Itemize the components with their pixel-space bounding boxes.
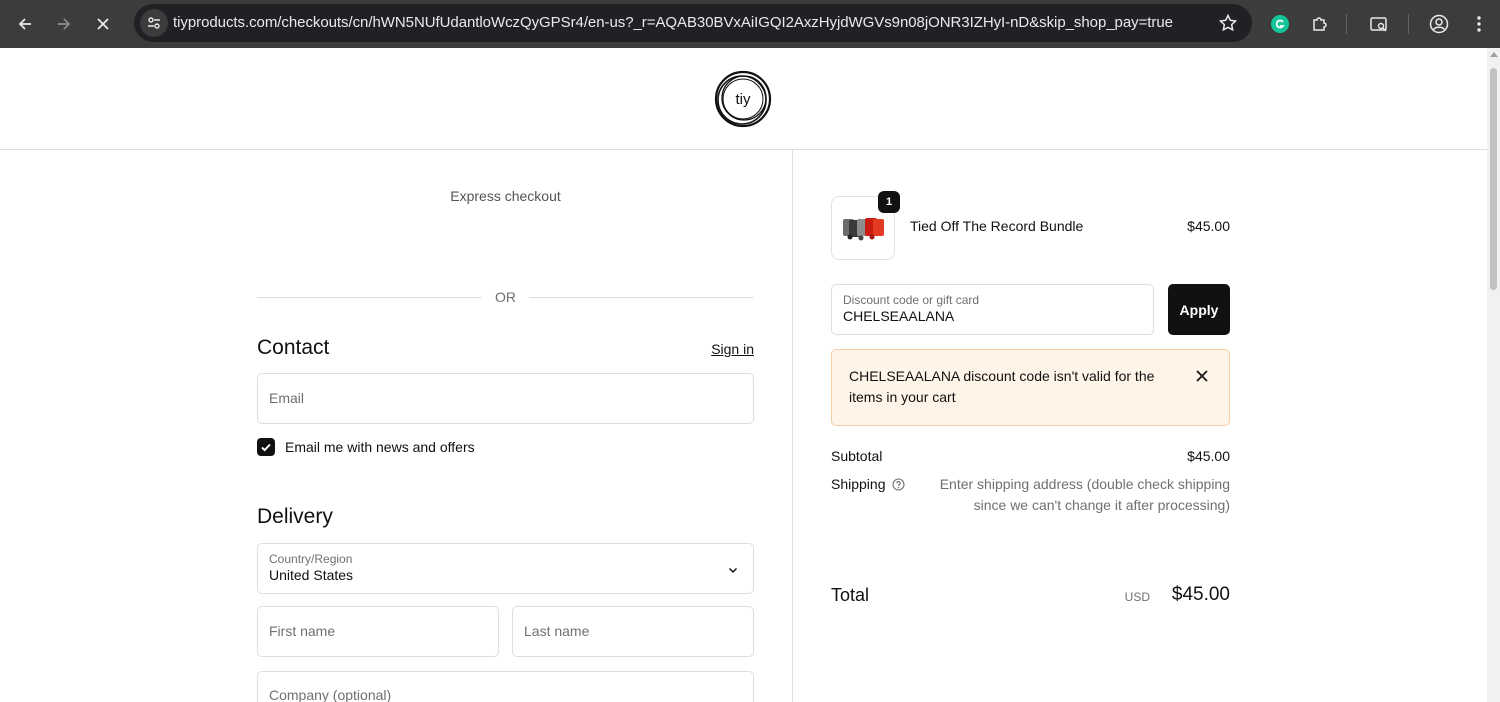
- company-placeholder: Company (optional): [269, 687, 392, 702]
- toolbar-separator: [1346, 14, 1347, 34]
- email-placeholder: Email: [269, 390, 305, 406]
- discount-error-alert: CHELSEAALANA discount code isn't valid f…: [831, 349, 1230, 426]
- checkout-page: tiy Express checkout OR Contact Sign in …: [0, 48, 1487, 702]
- store-logo[interactable]: tiy: [713, 69, 773, 129]
- total-label: Total: [831, 585, 870, 605]
- product-thumbnail: 1: [831, 191, 900, 260]
- browser-menu-icon[interactable]: [1465, 10, 1493, 38]
- newsletter-label[interactable]: Email me with news and offers: [285, 439, 475, 455]
- country-value: United States: [269, 567, 354, 583]
- sign-in-link[interactable]: Sign in: [711, 341, 754, 357]
- back-arrow-icon: [18, 18, 31, 30]
- forward-button[interactable]: [50, 10, 78, 38]
- url-text[interactable]: tiyproducts.com/checkouts/cn/hWN5NUfUdan…: [173, 14, 1173, 31]
- dismiss-alert-button[interactable]: [1194, 368, 1210, 384]
- last-name-placeholder: Last name: [524, 623, 590, 639]
- country-label: Country/Region: [269, 552, 353, 566]
- close-icon: [1196, 370, 1208, 382]
- company-field[interactable]: Company (optional): [257, 671, 754, 702]
- grammarly-extension-icon[interactable]: [1266, 10, 1294, 38]
- stop-loading-button[interactable]: [89, 10, 117, 38]
- checkmark-icon: [261, 443, 271, 452]
- newsletter-checkbox[interactable]: [257, 438, 275, 456]
- site-info-button[interactable]: [140, 9, 168, 37]
- discount-label: Discount code or gift card: [843, 293, 980, 307]
- profile-avatar-icon[interactable]: [1425, 10, 1453, 38]
- shipping-label: Shipping: [831, 476, 886, 492]
- shipping-row-label: Shipping: [831, 476, 905, 492]
- discount-value[interactable]: CHELSEAALANA: [843, 308, 954, 324]
- last-name-field[interactable]: Last name: [512, 606, 754, 657]
- first-name-placeholder: First name: [269, 623, 336, 639]
- browser-toolbar: tiyproducts.com/checkouts/cn/hWN5NUfUdan…: [0, 0, 1500, 48]
- scroll-up-arrow-icon[interactable]: [1490, 52, 1498, 57]
- back-button[interactable]: [11, 10, 39, 38]
- store-header: tiy: [0, 48, 1487, 150]
- delivery-heading: Delivery: [257, 505, 333, 528]
- bookmark-star-icon[interactable]: [1218, 13, 1238, 38]
- close-icon: [97, 18, 109, 30]
- total-currency: USD: [1124, 590, 1150, 604]
- or-divider: OR: [257, 287, 754, 307]
- tab-search-icon[interactable]: [1365, 10, 1393, 38]
- first-name-field[interactable]: First name: [257, 606, 499, 657]
- email-field[interactable]: Email: [257, 373, 754, 424]
- total-value: $45.00: [1171, 584, 1230, 605]
- product-price: $45.00: [1187, 218, 1230, 234]
- subtotal-label: Subtotal: [831, 448, 883, 464]
- address-bar[interactable]: tiyproducts.com/checkouts/cn/hWN5NUfUdan…: [134, 4, 1252, 42]
- discount-code-field[interactable]: Discount code or gift card CHELSEAALANA: [831, 284, 1154, 335]
- help-circle-icon[interactable]: [891, 477, 905, 491]
- country-select[interactable]: Country/Region United States: [257, 543, 754, 594]
- product-name: Tied Off The Record Bundle: [910, 218, 1084, 234]
- express-checkout-heading: Express checkout: [450, 188, 561, 204]
- extensions-puzzle-icon[interactable]: [1306, 10, 1334, 38]
- subtotal-value: $45.00: [1187, 448, 1230, 464]
- page-scrollbar[interactable]: [1487, 48, 1500, 702]
- apply-discount-button[interactable]: Apply: [1168, 284, 1230, 335]
- toolbar-separator: [1408, 14, 1409, 34]
- shipping-note: Enter shipping address (double check shi…: [939, 476, 1230, 513]
- divider-line: [529, 297, 754, 298]
- quantity-badge: 1: [878, 191, 900, 213]
- contact-heading: Contact: [257, 336, 330, 359]
- logo-text: tiy: [736, 91, 752, 108]
- chevron-down-icon: [728, 567, 738, 574]
- tune-icon: [148, 17, 160, 29]
- column-divider: [792, 150, 793, 702]
- scrollbar-thumb[interactable]: [1490, 68, 1497, 290]
- forward-arrow-icon: [58, 18, 71, 30]
- discount-error-message: CHELSEAALANA discount code isn't valid f…: [849, 368, 1155, 405]
